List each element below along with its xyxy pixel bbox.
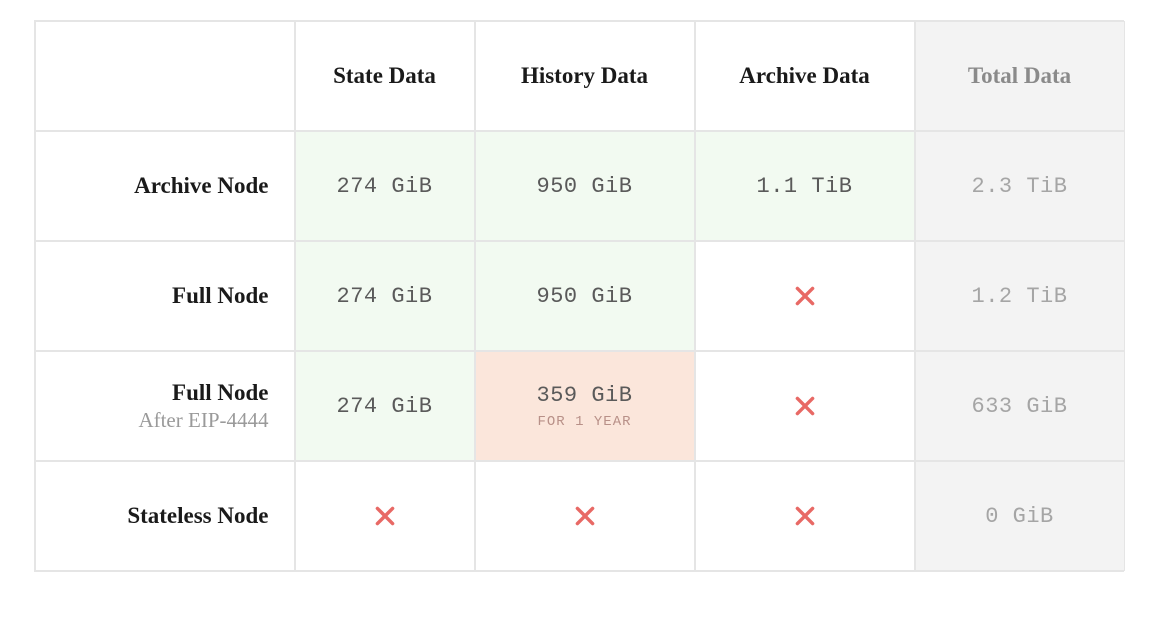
cell-full-history: 950 GiB [475,241,695,351]
cell-stateless-history [475,461,695,571]
cell-archive-total: 2.3 TiB [915,131,1125,241]
cross-icon [572,503,598,529]
cell-value: 950 GiB [537,284,633,309]
row-label: Full Node [172,283,268,309]
cell-value: 0 GiB [985,504,1054,529]
row-subtitle: After EIP-4444 [138,408,268,433]
cell-stateless-archive [695,461,915,571]
cell-value: 1.2 TiB [972,284,1068,309]
cell-stateless-total: 0 GiB [915,461,1125,571]
cell-eip-archive [695,351,915,461]
row-header-archive-node: Archive Node [35,131,295,241]
cell-value: 633 GiB [972,394,1068,419]
cell-value: 359 GiB [537,383,633,408]
cell-value: 2.3 TiB [972,174,1068,199]
row-header-stateless-node: Stateless Node [35,461,295,571]
cross-icon [372,503,398,529]
cell-full-state: 274 GiB [295,241,475,351]
cell-archive-state: 274 GiB [295,131,475,241]
cell-note: FOR 1 YEAR [537,414,631,430]
cell-eip-history: 359 GiB FOR 1 YEAR [475,351,695,461]
row-label: Archive Node [134,173,268,199]
cell-archive-history: 950 GiB [475,131,695,241]
cross-icon [792,503,818,529]
cell-value: 950 GiB [537,174,633,199]
cell-value: 1.1 TiB [757,174,853,199]
cell-full-archive [695,241,915,351]
cell-value: 274 GiB [337,394,433,419]
cell-stateless-state [295,461,475,571]
column-header-history: History Data [475,21,695,131]
column-header-archive: Archive Data [695,21,915,131]
row-header-full-node: Full Node [35,241,295,351]
cross-icon [792,393,818,419]
column-header-state: State Data [295,21,475,131]
node-storage-table: State Data History Data Archive Data Tot… [34,20,1124,572]
column-header-total: Total Data [915,21,1125,131]
cell-value: 274 GiB [337,174,433,199]
table-corner [35,21,295,131]
row-label: Stateless Node [127,503,268,529]
row-header-full-node-eip: Full Node After EIP-4444 [35,351,295,461]
cell-value: 274 GiB [337,284,433,309]
row-label: Full Node [172,380,268,406]
cell-full-total: 1.2 TiB [915,241,1125,351]
cell-eip-state: 274 GiB [295,351,475,461]
cell-eip-total: 633 GiB [915,351,1125,461]
cross-icon [792,283,818,309]
cell-archive-archive: 1.1 TiB [695,131,915,241]
